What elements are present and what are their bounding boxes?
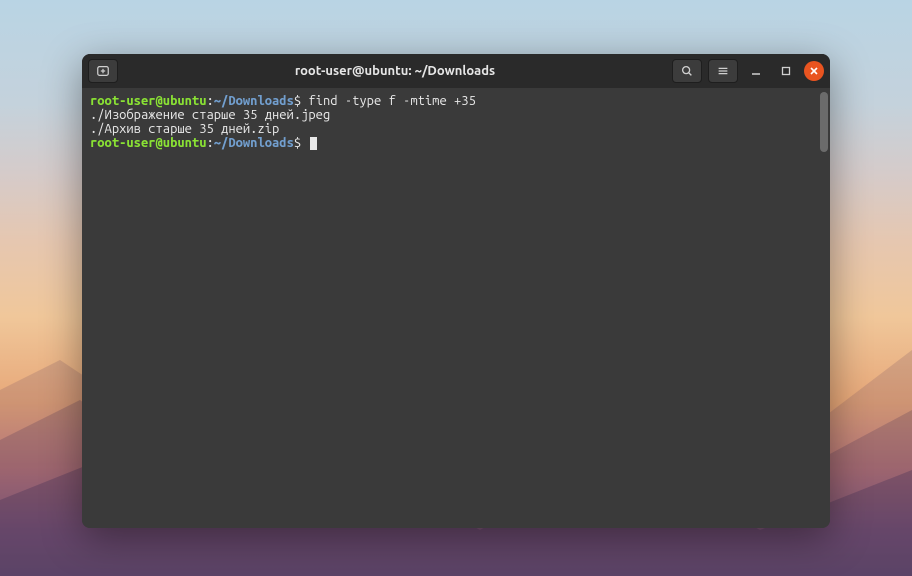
minimize-icon — [751, 66, 761, 76]
terminal-window: root-user@ubuntu: ~/Downloads root-user@… — [82, 54, 830, 528]
command-text: find -type f -mtime +35 — [301, 94, 476, 108]
prompt-colon: : — [206, 136, 213, 150]
terminal-output-line: ./Архив старше 35 дней.zip — [90, 122, 822, 136]
window-title: root-user@ubuntu: ~/Downloads — [124, 64, 666, 78]
close-icon — [809, 66, 819, 76]
maximize-icon — [781, 66, 791, 76]
window-titlebar[interactable]: root-user@ubuntu: ~/Downloads — [82, 54, 830, 88]
new-tab-icon — [96, 64, 110, 78]
new-tab-button[interactable] — [88, 59, 118, 83]
terminal-cursor — [310, 137, 317, 150]
terminal-output-line: ./Изображение старше 35 дней.jpeg — [90, 108, 822, 122]
prompt-user-host: root-user@ubuntu — [90, 94, 206, 108]
menu-button[interactable] — [708, 59, 738, 83]
maximize-button[interactable] — [774, 59, 798, 83]
terminal-line: root-user@ubuntu:~/Downloads$ — [90, 136, 822, 150]
prompt-user-host: root-user@ubuntu — [90, 136, 206, 150]
prompt-path: ~/Downloads — [214, 136, 294, 150]
search-icon — [680, 64, 694, 78]
command-text — [301, 136, 308, 150]
prompt-colon: : — [206, 94, 213, 108]
hamburger-icon — [716, 64, 730, 78]
close-button[interactable] — [804, 61, 824, 81]
prompt-path: ~/Downloads — [214, 94, 294, 108]
terminal-body[interactable]: root-user@ubuntu:~/Downloads$ find -type… — [82, 88, 830, 528]
search-button[interactable] — [672, 59, 702, 83]
scrollbar-thumb[interactable] — [820, 92, 828, 152]
terminal-line: root-user@ubuntu:~/Downloads$ find -type… — [90, 94, 822, 108]
minimize-button[interactable] — [744, 59, 768, 83]
